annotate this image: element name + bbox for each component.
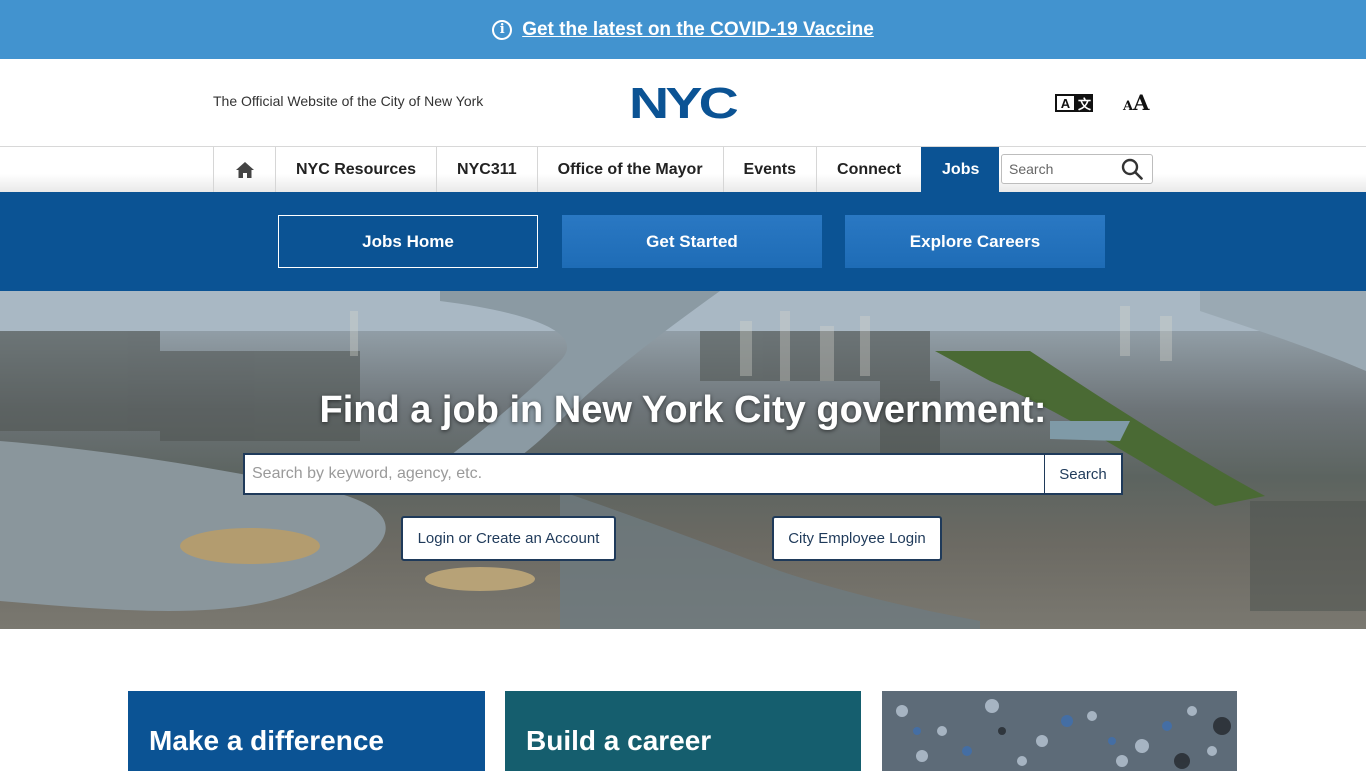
nav-connect[interactable]: Connect bbox=[816, 147, 921, 192]
nav-jobs[interactable]: Jobs bbox=[921, 147, 1000, 192]
site-search-input[interactable] bbox=[1002, 156, 1112, 182]
home-icon bbox=[235, 161, 254, 178]
translate-glyph-a: A bbox=[1055, 94, 1076, 112]
translate-icon[interactable]: A 文 bbox=[1055, 94, 1093, 112]
nav-office-of-the-mayor[interactable]: Office of the Mayor bbox=[536, 147, 723, 192]
login-create-account-button[interactable]: Login or Create an Account bbox=[401, 516, 616, 561]
hero-title: Find a job in New York City government: bbox=[319, 389, 1047, 431]
translate-glyph-b: 文 bbox=[1076, 94, 1093, 112]
nav-nyc-resources[interactable]: NYC Resources bbox=[275, 147, 436, 192]
text-size-small: A bbox=[1123, 99, 1134, 114]
covid-vaccine-link[interactable]: Get the latest on the COVID-19 Vaccine bbox=[522, 19, 874, 41]
jobs-subnav: Jobs Home Get Started Explore Careers bbox=[0, 192, 1366, 291]
get-started-button[interactable]: Get Started bbox=[562, 215, 822, 268]
nyc-logo-text: NYC bbox=[629, 83, 737, 121]
jobs-home-button[interactable]: Jobs Home bbox=[278, 215, 538, 268]
job-search-input[interactable] bbox=[245, 455, 1044, 493]
text-size-large: A bbox=[1133, 90, 1150, 115]
nyc-logo[interactable]: NYC bbox=[629, 79, 741, 128]
card-photo bbox=[882, 691, 1237, 771]
nav-nyc311[interactable]: NYC311 bbox=[436, 147, 537, 192]
explore-careers-button[interactable]: Explore Careers bbox=[845, 215, 1105, 268]
job-search-bar: Search bbox=[243, 453, 1123, 495]
site-tagline: The Official Website of the City of New … bbox=[213, 93, 484, 109]
nav-events[interactable]: Events bbox=[722, 147, 816, 192]
covid-banner: i Get the latest on the COVID-19 Vaccine bbox=[0, 0, 1366, 59]
text-size-icon[interactable]: AA bbox=[1123, 90, 1149, 115]
site-header: The Official Website of the City of New … bbox=[0, 59, 1366, 147]
info-icon: i bbox=[492, 19, 513, 40]
hero-section: Find a job in New York City government: … bbox=[0, 291, 1366, 629]
card-title: Make a difference bbox=[149, 725, 384, 756]
search-icon[interactable] bbox=[1121, 158, 1143, 185]
card-make-a-difference[interactable]: Make a difference bbox=[128, 691, 485, 771]
job-search-button[interactable]: Search bbox=[1044, 455, 1121, 493]
card-image[interactable] bbox=[882, 691, 1237, 771]
nav-home[interactable] bbox=[213, 147, 275, 192]
city-employee-login-button[interactable]: City Employee Login bbox=[772, 516, 942, 561]
card-build-a-career[interactable]: Build a career bbox=[505, 691, 861, 771]
card-title: Build a career bbox=[526, 725, 712, 756]
main-nav: NYC Resources NYC311 Office of the Mayor… bbox=[0, 147, 1366, 192]
site-search bbox=[1001, 154, 1153, 184]
